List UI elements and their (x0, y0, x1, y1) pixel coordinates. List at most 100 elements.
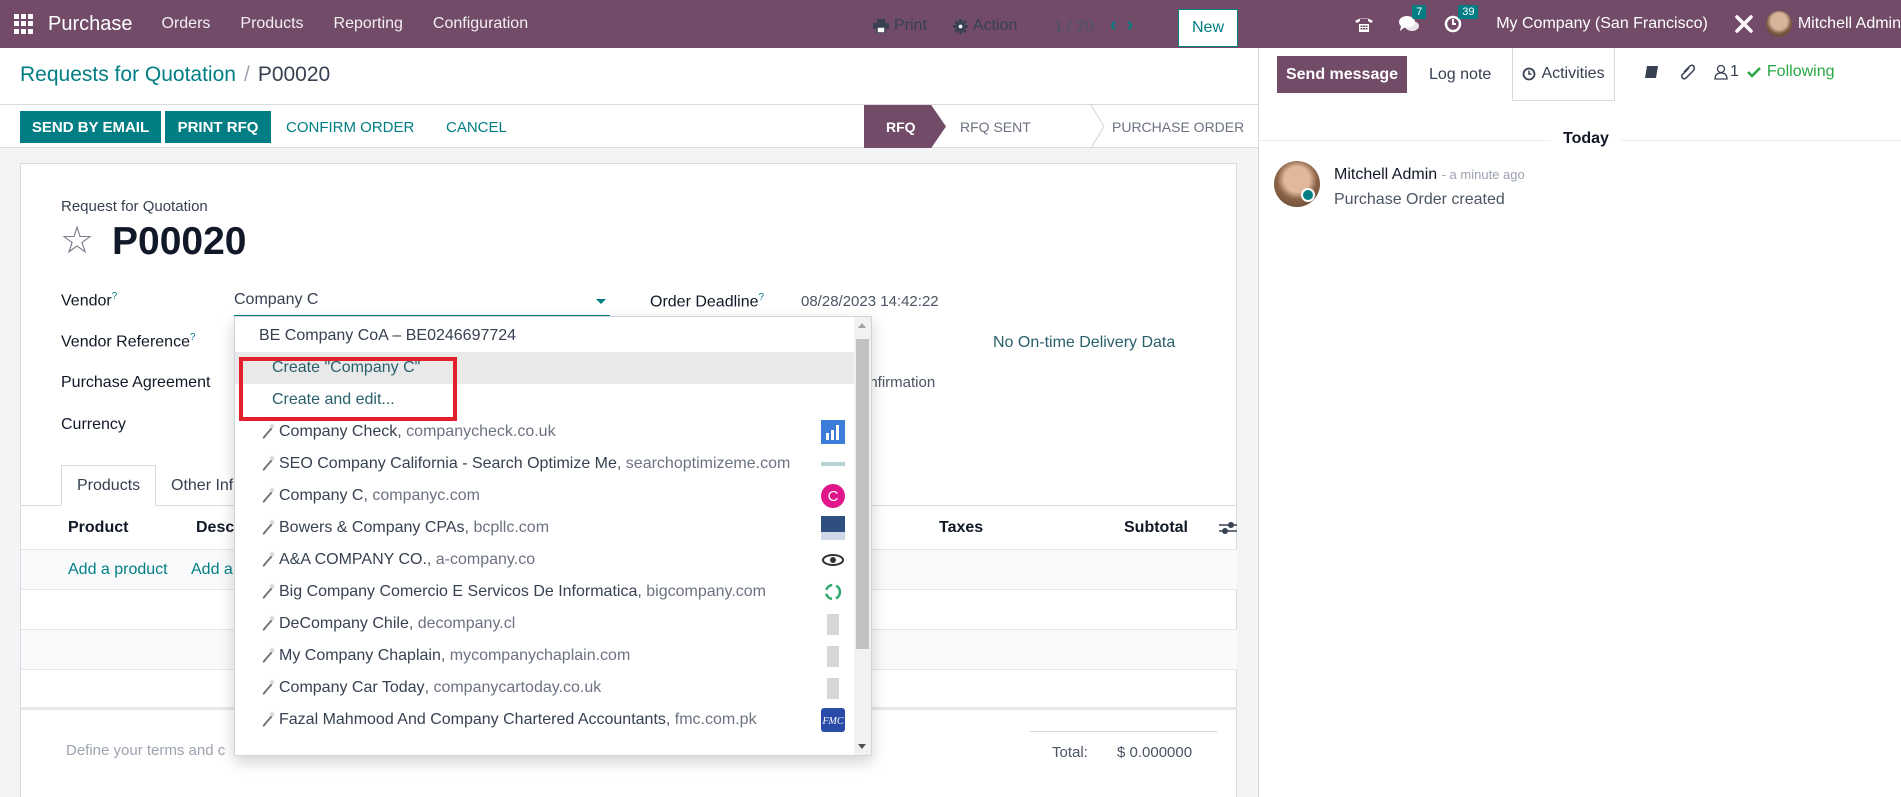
action-button[interactable]: Action (952, 17, 1017, 35)
create-and-edit-option[interactable]: Create and edit... (235, 384, 855, 416)
vendor-autocomplete-dropdown: BE Company CoA – BE0246697724 Create "Co… (234, 316, 872, 756)
printer-icon (873, 19, 889, 33)
order-deadline-value[interactable]: 08/28/2023 14:42:22 (801, 293, 939, 310)
menu-orders[interactable]: Orders (162, 15, 211, 33)
suggestion-item[interactable]: Company Check, companycheck.co.uk (235, 416, 855, 448)
magic-wand-icon (261, 713, 275, 727)
message-author[interactable]: Mitchell Admin (1334, 166, 1437, 183)
suggestion-item[interactable]: Big Company Comercio E Servicos De Infor… (235, 576, 855, 608)
date-separator: Today (1551, 130, 1621, 148)
log-note-button[interactable]: Log note (1429, 66, 1491, 84)
activities-button[interactable]: Activities (1512, 48, 1615, 101)
stage-rfq[interactable]: RFQ (864, 105, 946, 148)
message-time: - a minute ago (1441, 167, 1525, 182)
record-type-label: Request for Quotation (61, 198, 208, 215)
tab-products[interactable]: Products (61, 465, 157, 506)
followers-button[interactable]: 1 (1714, 63, 1739, 81)
magic-wand-icon (261, 649, 275, 663)
company-switcher[interactable]: My Company (San Francisco) (1496, 15, 1708, 33)
suggestion-item[interactable]: My Company Chaplain, mycompanychaplain.c… (235, 640, 855, 672)
dropdown-scrollbar[interactable] (854, 317, 871, 755)
print-button[interactable]: Print (873, 17, 927, 35)
paperclip-icon[interactable] (1680, 63, 1696, 81)
menu-configuration[interactable]: Configuration (433, 15, 528, 33)
print-rfq-button[interactable]: PRINT RFQ (165, 111, 271, 143)
terms-conditions-field[interactable]: Define your terms and c (66, 742, 225, 759)
stage-purchase-order[interactable]: PURCHASE ORDER (1112, 105, 1258, 148)
column-subtotal[interactable]: Subtotal (1124, 519, 1188, 537)
scroll-thumb[interactable] (856, 339, 869, 649)
new-button[interactable]: New (1178, 9, 1238, 47)
suggestion-item[interactable]: SEO Company California - Search Optimize… (235, 448, 855, 480)
column-taxes[interactable]: Taxes (939, 519, 983, 537)
order-deadline-label: Order Deadline? (650, 292, 765, 311)
status-pipeline: RFQ RFQ SENT PURCHASE ORDER (864, 105, 1258, 148)
fmc-logo-icon: FMC (821, 708, 845, 732)
messages-badge: 7 (1412, 5, 1427, 19)
pager-value[interactable]: 1 / 20 (1054, 18, 1094, 36)
optional-columns-icon[interactable] (1219, 520, 1237, 536)
scroll-up-icon[interactable] (858, 323, 866, 328)
vendor-field[interactable]: Company C (234, 291, 610, 316)
bar-chart-logo-icon (821, 420, 845, 444)
chevron-down-icon[interactable] (596, 299, 606, 304)
chatter-panel: Send message Log note Activities 1 Follo… (1258, 48, 1901, 797)
building-logo-icon (827, 646, 839, 667)
star-icon[interactable]: ☆ (60, 222, 94, 260)
magic-wand-icon (261, 489, 275, 503)
magic-wand-icon (261, 681, 275, 695)
menu-reporting[interactable]: Reporting (334, 15, 403, 33)
message-author-avatar[interactable] (1274, 161, 1320, 207)
confirm-order-button[interactable]: CONFIRM ORDER (286, 111, 414, 143)
pager-next-icon[interactable]: › (1127, 14, 1144, 36)
user-avatar[interactable] (1765, 11, 1792, 37)
check-icon (1747, 67, 1761, 78)
pink-c-logo-icon: C (821, 484, 845, 508)
message-body: Purchase Order created (1334, 191, 1505, 208)
help-icon[interactable]: ? (112, 291, 118, 302)
book-icon[interactable] (1644, 64, 1660, 80)
suggestion-item[interactable]: Company C, companyc.com C (235, 480, 855, 512)
app-menu-icon[interactable] (14, 14, 34, 34)
create-company-option[interactable]: Create "Company C" (235, 352, 855, 384)
scroll-down-icon[interactable] (858, 744, 866, 749)
following-button[interactable]: Following (1747, 63, 1835, 81)
print-label: Print (894, 17, 927, 34)
status-bar: SEND BY EMAIL PRINT RFQ CONFIRM ORDER CA… (0, 105, 1258, 148)
suggestion-item[interactable]: Bowers & Company CPAs, bcpllc.com (235, 512, 855, 544)
debug-tools-icon[interactable] (1734, 14, 1754, 34)
suggestion-item[interactable]: Company Car Today, companycartoday.co.uk (235, 672, 855, 704)
user-menu[interactable]: Mitchell Admin (1798, 15, 1901, 33)
menu-products[interactable]: Products (240, 15, 303, 33)
app-name[interactable]: Purchase (48, 13, 133, 36)
help-icon[interactable]: ? (190, 332, 196, 343)
total-value: $ 0.000000 (1117, 744, 1193, 761)
column-product[interactable]: Product (68, 519, 128, 537)
record-actions: Print Action (873, 17, 1043, 35)
add-product-link[interactable]: Add a product (68, 561, 168, 579)
suggestion-item[interactable]: DeCompany Chile, decompany.cl (235, 608, 855, 640)
breadcrumb-parent[interactable]: Requests for Quotation (20, 63, 236, 86)
phone-icon[interactable] (1354, 15, 1374, 33)
stage-rfq-sent[interactable]: RFQ SENT (946, 105, 1112, 148)
cancel-button[interactable]: CANCEL (446, 111, 507, 143)
send-message-button[interactable]: Send message (1277, 56, 1407, 93)
suggestion-item[interactable]: A&A COMPANY CO., a-company.co (235, 544, 855, 576)
blue-box-logo-icon (821, 516, 845, 540)
send-by-email-button[interactable]: SEND BY EMAIL (20, 111, 161, 143)
suggestion-item[interactable]: Fazal Mahmood And Company Chartered Acco… (235, 704, 855, 736)
stage-divider-icon (1090, 105, 1105, 148)
add-section-link[interactable]: Add a (191, 561, 233, 579)
activity-clock-icon[interactable]: 39 (1444, 5, 1479, 33)
magic-wand-icon (261, 585, 275, 599)
pager-previous-icon[interactable]: ‹ (1110, 14, 1127, 36)
breadcrumb-separator: / (243, 63, 250, 86)
dropdown-option[interactable]: BE Company CoA – BE0246697724 (235, 320, 855, 352)
message-header: Mitchell Admin - a minute ago (1334, 166, 1525, 184)
svg-text:FMC: FMC (821, 716, 843, 727)
messages-icon[interactable]: 7 (1398, 5, 1427, 33)
help-icon[interactable]: ? (759, 292, 765, 303)
building-logo-icon (827, 678, 839, 699)
user-icon (1714, 64, 1728, 80)
currency-label: Currency (61, 416, 126, 433)
